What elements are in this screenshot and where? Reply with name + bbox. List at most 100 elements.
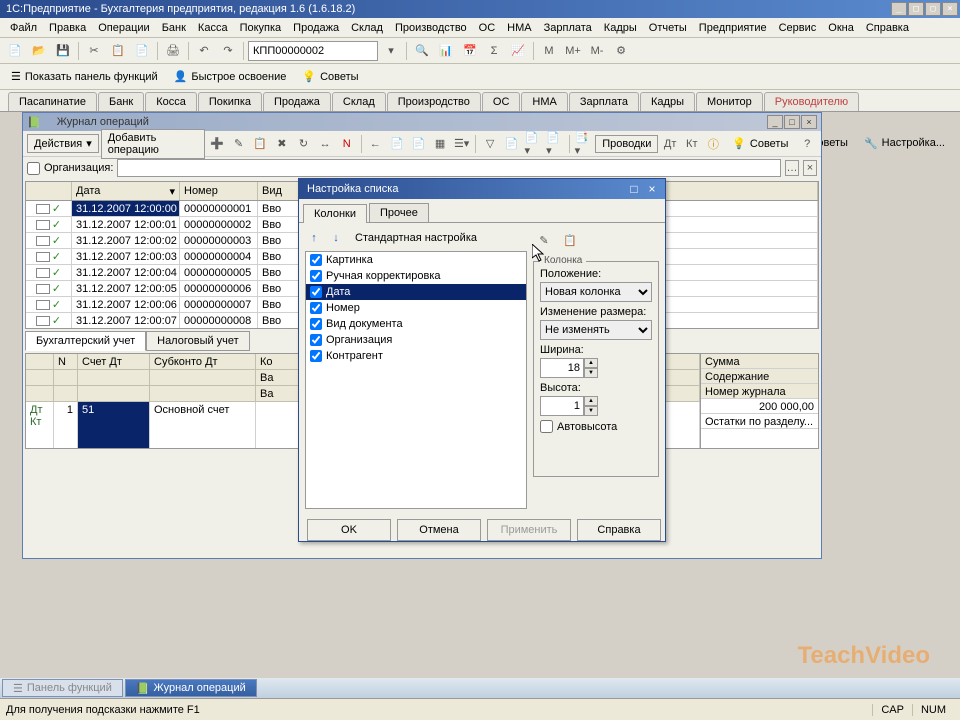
list-item[interactable]: Ручная корректировка — [306, 268, 526, 284]
task-journal[interactable]: 📗 Журнал операций — [125, 679, 257, 697]
menu-nma[interactable]: НМА — [501, 20, 537, 36]
move-up-icon[interactable]: ↑ — [305, 229, 323, 247]
task-panel-functions[interactable]: ☰ Панель функций — [2, 679, 123, 697]
print-icon[interactable]: 🖨 — [162, 40, 184, 62]
journal-close[interactable]: × — [801, 115, 817, 129]
menu-help[interactable]: Справка — [860, 20, 915, 36]
sum-icon[interactable]: Σ — [483, 40, 505, 62]
menu-reports[interactable]: Отчеты — [643, 20, 693, 36]
dcol-n[interactable]: N — [54, 354, 78, 370]
tab-director[interactable]: Руководителю — [764, 92, 859, 111]
tab-production[interactable]: Произродство — [387, 92, 481, 111]
column-checkbox[interactable] — [310, 302, 322, 314]
minimize-button[interactable]: _ — [891, 2, 907, 16]
doc2-icon[interactable]: 📄 — [409, 133, 429, 155]
undo-icon[interactable]: ↶ — [193, 40, 215, 62]
journal-minimize[interactable]: _ — [767, 115, 783, 129]
close-button[interactable]: × — [942, 2, 958, 16]
calc-icon[interactable]: 📊 — [435, 40, 457, 62]
tab-other[interactable]: Прочее — [369, 203, 429, 222]
apply-button[interactable]: Применить — [487, 519, 571, 541]
org-filter-clear[interactable]: × — [803, 160, 817, 176]
open-icon[interactable]: 📂 — [28, 40, 50, 62]
navigate-icon[interactable]: ↔ — [315, 133, 335, 155]
autoheight-checkbox[interactable] — [540, 420, 553, 433]
height-down[interactable]: ▼ — [584, 406, 598, 416]
subtab-accounting[interactable]: Бухгалтерский учет — [25, 331, 146, 351]
doc3-icon[interactable]: 📄 — [502, 133, 522, 155]
actions-button[interactable]: Действия ▾ — [27, 134, 99, 153]
info-icon[interactable]: ⓘ — [704, 133, 724, 155]
doc4-icon[interactable]: 📄▾ — [524, 133, 544, 155]
dcol-dt[interactable]: Счет Дт — [78, 354, 150, 370]
paste-icon[interactable]: 📄 — [131, 40, 153, 62]
menu-purchase[interactable]: Покупка — [234, 20, 288, 36]
column-checkbox[interactable] — [310, 254, 322, 266]
new-file-icon[interactable]: 📄 — [4, 40, 26, 62]
list-item[interactable]: Картинка — [306, 252, 526, 268]
filter-icon[interactable]: ▽ — [480, 133, 500, 155]
dcol-icon[interactable] — [26, 354, 54, 370]
menu-file[interactable]: Файл — [4, 20, 43, 36]
column-checkbox[interactable] — [310, 270, 322, 282]
list-item[interactable]: Контрагент — [306, 348, 526, 364]
menu-bank[interactable]: Банк — [156, 20, 192, 36]
mc-icon[interactable]: M — [538, 40, 560, 62]
list-item[interactable]: Дата — [306, 284, 526, 300]
redo-icon[interactable]: ↷ — [217, 40, 239, 62]
provodki-button[interactable]: Проводки — [595, 135, 658, 153]
menu-operations[interactable]: Операции — [92, 20, 155, 36]
menu-cash[interactable]: Касса — [192, 20, 234, 36]
column-checkbox[interactable] — [310, 350, 322, 362]
save-icon[interactable]: 💾 — [52, 40, 74, 62]
tab-monitor[interactable]: Монитор — [696, 92, 763, 111]
tab-os[interactable]: ОС — [482, 92, 521, 111]
list-item[interactable]: Организация — [306, 332, 526, 348]
menu-company[interactable]: Предприятие — [693, 20, 773, 36]
tab-hr[interactable]: Кадры — [640, 92, 695, 111]
column-checkbox[interactable] — [310, 318, 322, 330]
go-icon[interactable]: ← — [365, 133, 385, 155]
menu-production[interactable]: Производство — [389, 20, 473, 36]
menu-hr[interactable]: Кадры — [598, 20, 643, 36]
tab-nma[interactable]: НМА — [521, 92, 567, 111]
menu-warehouse[interactable]: Склад — [345, 20, 389, 36]
quick-learn-button[interactable]: 👤 Быстрое освоение — [167, 66, 294, 88]
refresh-icon[interactable]: ↻ — [294, 133, 314, 155]
kt-icon[interactable]: Кт — [682, 133, 702, 155]
search-icon[interactable]: 🔍 — [411, 40, 433, 62]
dcol-sub[interactable]: Субконто Дт — [150, 354, 256, 370]
dialog-close[interactable]: × — [643, 181, 661, 197]
width-input[interactable] — [540, 358, 584, 378]
edit-icon[interactable]: ✎ — [229, 133, 249, 155]
width-up[interactable]: ▲ — [584, 358, 598, 368]
restore-button[interactable]: □ — [908, 2, 924, 16]
tab-warehouse[interactable]: Склад — [332, 92, 386, 111]
list-icon[interactable]: ☰▾ — [452, 133, 472, 155]
std-settings-button[interactable]: Стандартная настройка — [355, 232, 477, 244]
org-filter-checkbox[interactable] — [27, 162, 40, 175]
column-checkbox[interactable] — [310, 334, 322, 346]
report-icon[interactable]: 📈 — [507, 40, 529, 62]
org-filter-lookup[interactable]: … — [785, 160, 799, 176]
new-icon[interactable]: N — [337, 133, 357, 155]
group-icon[interactable]: ▦ — [430, 133, 450, 155]
list-item[interactable]: Номер — [306, 300, 526, 316]
doc6-icon[interactable]: 📑▾ — [574, 133, 594, 155]
dialog-maximize[interactable]: □ — [625, 181, 643, 197]
tab-salary[interactable]: Зарплата — [569, 92, 639, 111]
help-button[interactable]: Справка — [577, 519, 661, 541]
cancel-button[interactable]: Отмена — [397, 519, 481, 541]
journal-tips-button[interactable]: 💡 Советы — [725, 133, 795, 155]
journal-maximize[interactable]: □ — [784, 115, 800, 129]
menu-salary[interactable]: Зарплата — [538, 20, 598, 36]
position-select[interactable]: Новая колонка — [540, 282, 652, 302]
menu-edit[interactable]: Правка — [43, 20, 92, 36]
org-filter-input[interactable] — [117, 159, 781, 177]
tab-company[interactable]: Пасапинатие — [8, 92, 97, 111]
height-up[interactable]: ▲ — [584, 396, 598, 406]
kpp-input[interactable] — [248, 41, 378, 61]
tab-sale[interactable]: Продажа — [263, 92, 331, 111]
tips-button[interactable]: 💡 Советы — [295, 66, 365, 88]
menu-windows[interactable]: Окна — [822, 20, 860, 36]
